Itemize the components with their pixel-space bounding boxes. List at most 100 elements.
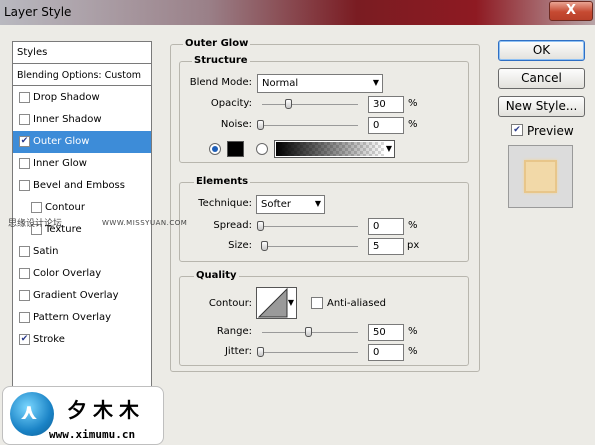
gradient-preview — [276, 142, 384, 156]
style-checkbox[interactable] — [19, 180, 30, 191]
watermark-logo-text: 夕木木 — [67, 398, 145, 422]
jitter-slider-thumb[interactable] — [257, 347, 264, 357]
structure-title: Structure — [192, 55, 250, 66]
style-item-satin[interactable]: Satin — [13, 241, 151, 263]
style-checkbox[interactable] — [19, 312, 30, 323]
solid-color-radio[interactable] — [209, 143, 221, 155]
blend-mode-select[interactable]: Normal ▼ — [257, 74, 383, 93]
chevron-down-icon: ▼ — [287, 298, 294, 307]
style-item-label: Gradient Overlay — [33, 290, 119, 301]
blending-options-item[interactable]: Blending Options: Custom — [13, 64, 151, 86]
anti-aliased-checkbox[interactable] — [311, 297, 323, 309]
check-icon: ✔ — [20, 334, 29, 344]
spread-label: Spread: — [213, 220, 252, 231]
noise-unit: % — [408, 119, 418, 130]
logo-mark-icon: ⋏ — [20, 400, 38, 425]
range-label: Range: — [216, 326, 252, 337]
size-slider-track[interactable] — [262, 246, 358, 247]
style-item-label: Drop Shadow — [33, 92, 100, 103]
style-checkbox[interactable] — [19, 158, 30, 169]
style-item-label: Inner Shadow — [33, 114, 102, 125]
noise-slider-track[interactable] — [262, 125, 358, 126]
range-slider-thumb[interactable] — [305, 327, 312, 337]
check-icon: ✔ — [513, 125, 521, 135]
close-button[interactable]: X — [549, 1, 593, 21]
style-item-stroke[interactable]: ✔ Stroke — [13, 329, 151, 351]
range-unit: % — [408, 326, 418, 337]
new-style-button[interactable]: New Style... — [498, 96, 585, 117]
technique-value: Softer — [261, 199, 291, 210]
style-checkbox[interactable] — [19, 246, 30, 257]
size-input[interactable]: 5 — [368, 238, 404, 255]
preview-label: Preview — [527, 124, 574, 138]
style-item-bevel-and-emboss[interactable]: Bevel and Emboss — [13, 175, 151, 197]
technique-label: Technique: — [198, 198, 252, 209]
chevron-down-icon: ▼ — [385, 144, 392, 153]
opacity-label: Opacity: — [210, 98, 252, 109]
radio-selected-dot — [212, 146, 218, 152]
preview-swatch — [524, 160, 557, 193]
blend-mode-value: Normal — [262, 78, 299, 89]
noise-slider-thumb[interactable] — [257, 120, 264, 130]
noise-input[interactable]: 0 — [368, 117, 404, 134]
style-item-pattern-overlay[interactable]: Pattern Overlay — [13, 307, 151, 329]
noise-label: Noise: — [220, 119, 252, 130]
style-item-gradient-overlay[interactable]: Gradient Overlay — [13, 285, 151, 307]
jitter-unit: % — [408, 346, 418, 357]
cancel-button[interactable]: Cancel — [498, 68, 585, 89]
style-preview — [508, 145, 573, 208]
style-checkbox[interactable] — [19, 268, 30, 279]
style-item-label: Pattern Overlay — [33, 312, 112, 323]
quality-title: Quality — [194, 270, 239, 281]
check-icon: ✔ — [20, 136, 29, 146]
ok-button[interactable]: OK — [498, 40, 585, 61]
style-item-drop-shadow[interactable]: Drop Shadow — [13, 87, 151, 109]
style-item-color-overlay[interactable]: Color Overlay — [13, 263, 151, 285]
style-item-inner-glow[interactable]: Inner Glow — [13, 153, 151, 175]
elements-title: Elements — [194, 176, 251, 187]
opacity-slider-thumb[interactable] — [285, 99, 292, 109]
spread-slider-thumb[interactable] — [257, 221, 264, 231]
watermark-logo-box: ⋏ 夕木木 www.ximumu.cn — [2, 386, 164, 445]
title-bar: Layer Style X — [0, 0, 595, 25]
watermark-logo-icon: ⋏ — [10, 392, 54, 436]
chevron-down-icon: ▼ — [372, 78, 379, 87]
size-label: Size: — [228, 240, 252, 251]
opacity-input[interactable]: 30 — [368, 96, 404, 113]
opacity-slider-track[interactable] — [262, 104, 358, 105]
style-checkbox[interactable]: ✔ — [19, 136, 30, 147]
glow-color-swatch[interactable] — [227, 141, 244, 157]
style-checkbox[interactable] — [31, 202, 42, 213]
spread-input[interactable]: 0 — [368, 218, 404, 235]
style-item-label: Inner Glow — [33, 158, 87, 169]
jitter-slider-track[interactable] — [262, 352, 358, 353]
size-unit: px — [407, 240, 420, 251]
style-item-label: Contour — [45, 202, 85, 213]
style-item-inner-shadow[interactable]: Inner Shadow — [13, 109, 151, 131]
style-item-label: Outer Glow — [33, 136, 90, 147]
close-icon: X — [565, 3, 577, 18]
contour-picker[interactable]: ▼ — [256, 287, 297, 319]
style-item-label: Bevel and Emboss — [33, 180, 125, 191]
gradient-radio[interactable] — [256, 143, 268, 155]
blend-mode-label: Blend Mode: — [189, 77, 252, 88]
style-checkbox[interactable] — [19, 290, 30, 301]
style-item-outer-glow[interactable]: ✔ Outer Glow — [13, 131, 151, 153]
styles-header[interactable]: Styles — [13, 42, 151, 64]
watermark-url: www.ximumu.cn — [49, 428, 136, 441]
watermark-left-text: 思缘设计论坛 — [8, 219, 63, 229]
style-item-label: Satin — [33, 246, 59, 257]
technique-select[interactable]: Softer ▼ — [256, 195, 325, 214]
range-input[interactable]: 50 — [368, 324, 404, 341]
jitter-label: Jitter: — [224, 346, 252, 357]
style-checkbox[interactable] — [19, 92, 30, 103]
contour-label: Contour: — [208, 298, 252, 309]
gradient-picker[interactable]: ▼ — [274, 140, 395, 158]
jitter-input[interactable]: 0 — [368, 344, 404, 361]
chevron-down-icon: ▼ — [314, 199, 321, 208]
spread-slider-track[interactable] — [262, 226, 358, 227]
preview-checkbox[interactable]: ✔ — [511, 124, 523, 136]
size-slider-thumb[interactable] — [261, 241, 268, 251]
style-checkbox[interactable]: ✔ — [19, 334, 30, 345]
style-checkbox[interactable] — [19, 114, 30, 125]
